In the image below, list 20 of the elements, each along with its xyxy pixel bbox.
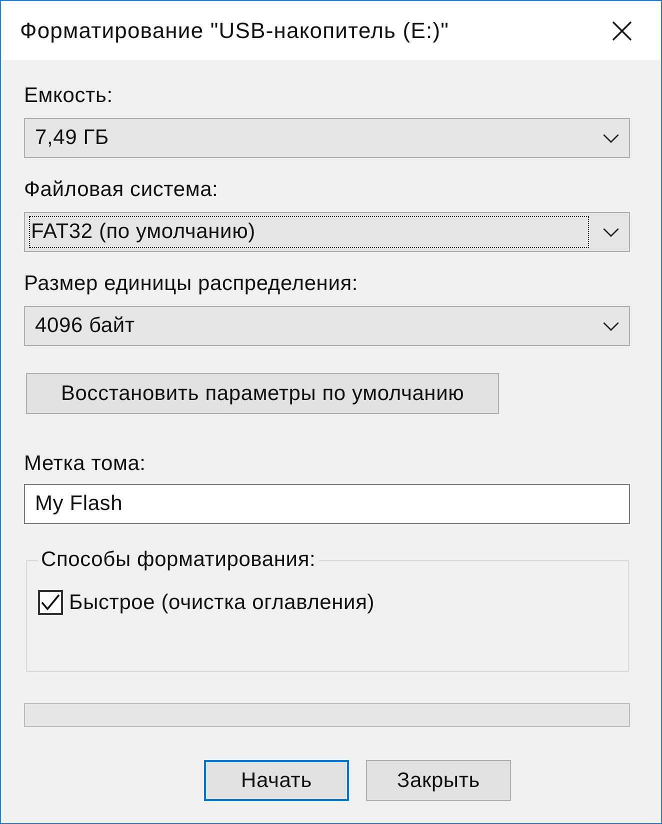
field-label: Файловая система:	[24, 178, 218, 202]
checkmark-icon	[41, 594, 60, 611]
window-title: Форматирование "USB-накопитель (E:)"	[20, 18, 450, 44]
group-box-title: Способы форматирования:	[40, 548, 317, 572]
checkbox-label[interactable]: Быстрое (очистка оглавления)	[69, 590, 375, 614]
dropdown[interactable]: 7,49 ГБ	[24, 118, 630, 158]
dropdown[interactable]: FAT32 (по умолчанию)	[24, 212, 630, 252]
field-label: Метка тома:	[24, 452, 146, 476]
close-icon[interactable]	[612, 20, 632, 40]
dialog-button[interactable]: Начать	[204, 760, 349, 801]
text-field[interactable]: My Flash	[24, 484, 630, 524]
field-label: Емкость:	[24, 84, 113, 108]
field-label: Размер единицы распределения:	[24, 272, 358, 296]
dropdown[interactable]: 4096 байт	[24, 306, 630, 346]
restore-defaults-button[interactable]: Восстановить параметры по умолчанию	[26, 373, 500, 414]
chevron-down-icon	[603, 228, 619, 236]
chevron-down-icon	[603, 134, 619, 142]
dialog-button[interactable]: Закрыть	[366, 760, 511, 801]
chevron-down-icon	[603, 322, 619, 330]
checkbox[interactable]	[38, 590, 63, 615]
